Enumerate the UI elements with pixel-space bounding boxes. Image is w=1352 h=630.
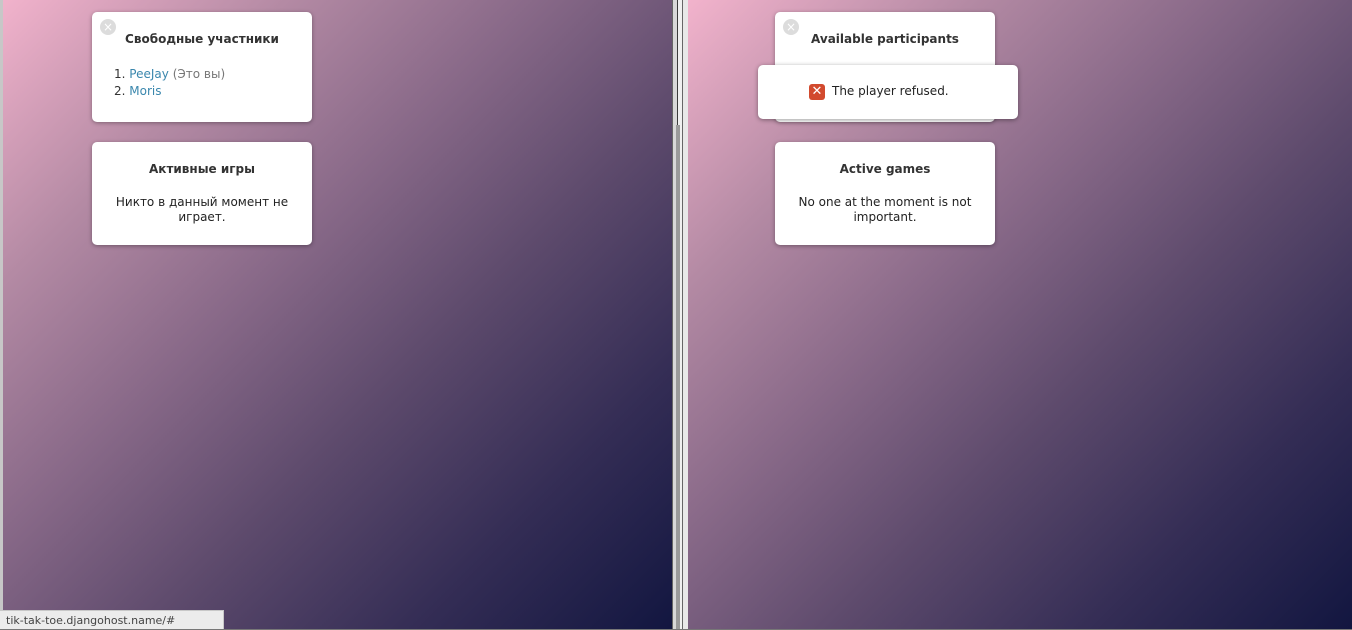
status-bar-url: tik-tak-toe.djangohost.name/# xyxy=(0,610,224,629)
participant-link[interactable]: Moris xyxy=(129,84,161,98)
left-browser-pane: × Свободные участники 1. PeeJay (Это вы)… xyxy=(0,0,672,629)
active-games-title: Active games xyxy=(839,162,931,176)
list-item: 1. PeeJay (Это вы) xyxy=(114,67,226,81)
free-participants-panel: × Свободные участники 1. PeeJay (Это вы)… xyxy=(92,12,312,122)
you-note: (Это вы) xyxy=(172,67,226,81)
participant-link[interactable]: PeeJay xyxy=(129,67,169,81)
notification-text: The player refused. xyxy=(832,84,949,98)
participants-list: 1. PeeJay (Это вы) 2. Moris xyxy=(114,67,225,101)
active-games-panel: Активные игры Никто в данный момент не и… xyxy=(92,142,312,245)
no-games-text: No one at the moment is not important. xyxy=(798,195,972,224)
available-participants-title: Available participants xyxy=(811,32,959,46)
notification-popup[interactable]: ✕ The player refused. xyxy=(758,65,1018,119)
active-games-panel: Active games No one at the moment is not… xyxy=(775,142,995,245)
active-games-title: Активные игры xyxy=(149,162,255,176)
error-x-icon: ✕ xyxy=(809,84,825,100)
scrollbar[interactable] xyxy=(0,0,3,629)
scrollbar-thumb[interactable] xyxy=(676,125,680,629)
list-item: 2. Moris xyxy=(114,84,162,98)
no-games-text: Никто в данный момент не играет. xyxy=(115,195,289,224)
window-divider xyxy=(672,0,688,629)
free-participants-title: Свободные участники xyxy=(125,32,279,46)
